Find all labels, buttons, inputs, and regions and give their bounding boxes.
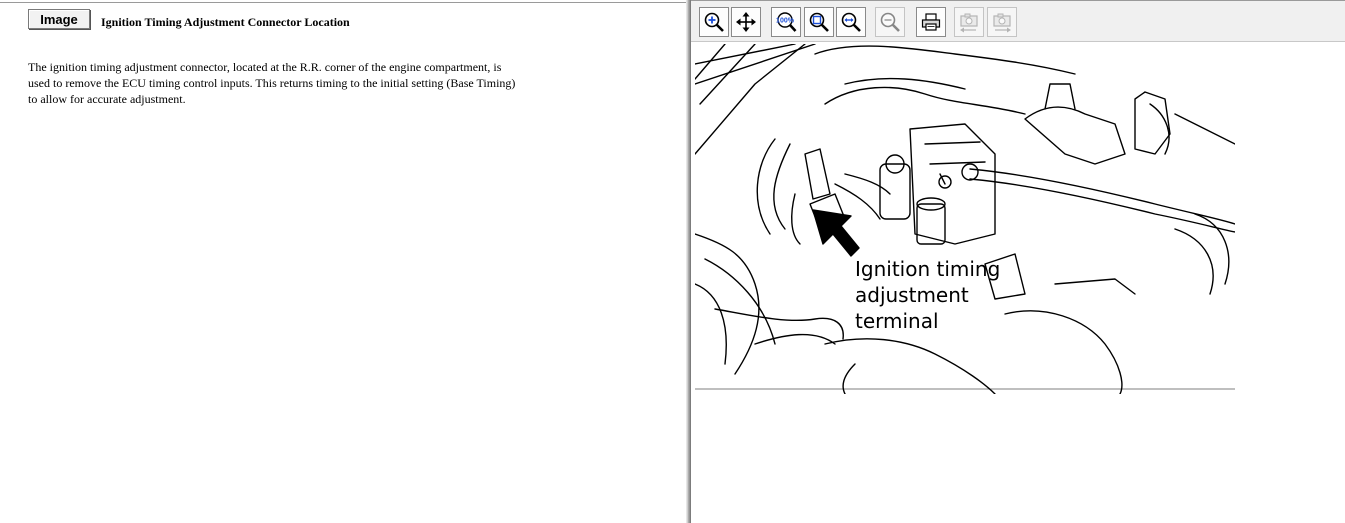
printer-icon <box>921 13 941 31</box>
viewer-toolbar: 100% <box>691 0 1345 42</box>
zoom-100-button[interactable]: 100% <box>771 7 801 37</box>
camera-back-icon <box>960 13 978 33</box>
zoom-width-button[interactable] <box>836 7 866 37</box>
zoom-width-icon <box>841 12 861 32</box>
image-viewer-pane: 100% Ignition timing adjustment terminal <box>691 0 1345 523</box>
pan-button[interactable] <box>731 7 761 37</box>
next-image-button[interactable] <box>987 7 1017 37</box>
top-divider <box>0 2 686 3</box>
document-body: The ignition timing adjustment connector… <box>28 60 516 106</box>
zoom-in-button[interactable] <box>699 7 729 37</box>
callout-line-1: Ignition timing <box>855 257 1001 281</box>
zoom-fit-button[interactable] <box>804 7 834 37</box>
zoom-100-percent-icon: 100% <box>776 12 797 32</box>
engine-compartment-diagram[interactable]: Ignition timing adjustment terminal <box>694 43 1236 395</box>
engine-line-drawing <box>694 43 1236 395</box>
zoom-fit-icon <box>809 12 829 32</box>
pan-arrows-icon <box>736 12 756 32</box>
svg-text:100%: 100% <box>776 18 795 25</box>
callout-line-2: adjustment <box>855 283 969 307</box>
document-pane: Image Ignition Timing Adjustment Connect… <box>0 0 686 523</box>
print-button[interactable] <box>916 7 946 37</box>
image-button[interactable]: Image <box>28 9 90 29</box>
zoom-out-button[interactable] <box>875 7 905 37</box>
callout-line-3: terminal <box>855 309 939 333</box>
camera-forward-icon <box>993 13 1011 33</box>
diagram-callout: Ignition timing adjustment terminal <box>855 256 1000 334</box>
document-title: Ignition Timing Adjustment Connector Loc… <box>101 15 350 29</box>
zoom-in-icon <box>704 12 724 32</box>
zoom-out-icon <box>880 12 900 32</box>
previous-image-button[interactable] <box>954 7 984 37</box>
